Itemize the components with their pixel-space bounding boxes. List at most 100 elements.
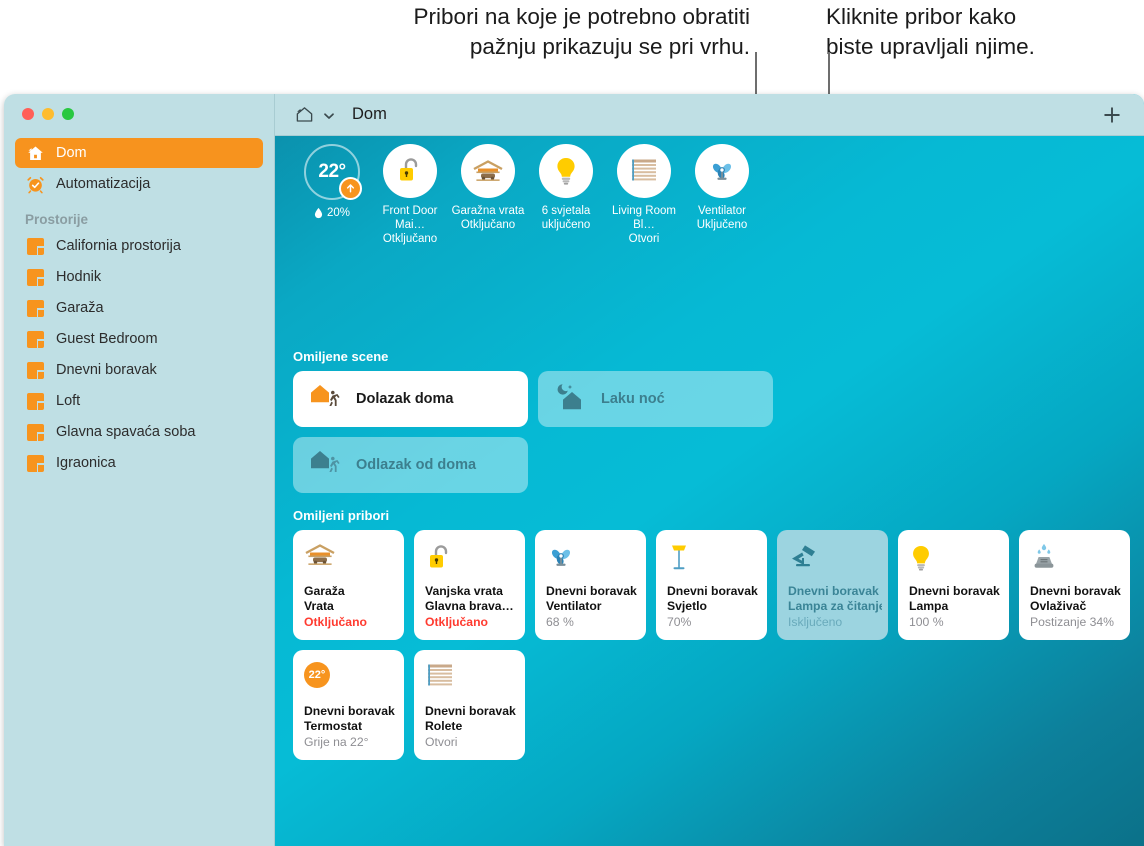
arrow-up-icon — [339, 177, 362, 200]
room-icon — [25, 329, 46, 350]
callout-text-top-accessories: Pribori na koje je potrebno obratiti paž… — [286, 2, 750, 62]
accessory-line1: Dnevni boravak — [909, 584, 1003, 599]
accessory-text: Dnevni boravak Ovlaživač Postizanje 34% — [1030, 584, 1124, 630]
accessory-line2: Svjetlo — [667, 599, 761, 614]
accessory-line1: Garaža — [304, 584, 398, 599]
accessory-text: Vanjska vrata Glavna brava… Otključano — [425, 584, 519, 630]
accessory-card-ovlazivac[interactable]: Dnevni boravak Ovlaživač Postizanje 34% — [1019, 530, 1130, 640]
accessory-status: Otključano — [425, 614, 519, 630]
sidebar: Dom Automatizacija — [4, 94, 275, 846]
status-item-garage-door[interactable]: Garažna vrata Otključano — [449, 144, 527, 232]
blinds-icon — [617, 144, 671, 198]
blinds-icon — [425, 662, 516, 696]
status-row: 22° 20% — [275, 136, 1144, 241]
home-icon — [25, 143, 46, 164]
sidebar-item-garaza[interactable]: Garaža — [15, 293, 263, 323]
accessory-status: Otvori — [425, 734, 519, 750]
accessory-status: 70% — [667, 614, 761, 630]
status-label: Living Room Bl… Otvori — [603, 204, 685, 246]
moon-house-icon — [554, 382, 588, 417]
status-line2: Otključano — [447, 218, 529, 232]
accessory-status: 100 % — [909, 614, 1003, 630]
scene-card-dolazak-doma[interactable]: Dolazak doma — [293, 371, 528, 427]
accessory-status: Otključano — [304, 614, 398, 630]
accessory-line2: Termostat — [304, 719, 398, 734]
sidebar-item-hodnik[interactable]: Hodnik — [15, 262, 263, 292]
maximize-button[interactable] — [62, 108, 74, 120]
accessory-card-garaza-vrata[interactable]: Garaža Vrata Otključano — [293, 530, 404, 640]
accessory-text: Dnevni boravak Termostat Grije na 22° — [304, 704, 398, 750]
scene-card-odlazak-od-doma[interactable]: Odlazak od doma — [293, 437, 528, 493]
add-button[interactable] — [1102, 105, 1122, 125]
sidebar-item-loft[interactable]: Loft — [15, 386, 263, 416]
accessory-card-lampa-za-citanje[interactable]: Dnevni boravak Lampa za čitanje Isključe… — [777, 530, 888, 640]
accessory-card-vanjska-vrata[interactable]: Vanjska vrata Glavna brava… Otključano — [414, 530, 525, 640]
status-line1: Front Door Mai… — [383, 205, 438, 231]
sidebar-section-title: Prostorije — [25, 212, 274, 227]
sidebar-item-label: Garaža — [56, 300, 104, 316]
lightbulb-icon — [909, 542, 1000, 576]
accessory-card-ventilator[interactable]: Dnevni boravak Ventilator 68 % — [535, 530, 646, 640]
callout-text-click-accessory: Kliknite pribor kako biste upravljali nj… — [826, 2, 1126, 62]
accessory-line1: Dnevni boravak — [667, 584, 761, 599]
humidity-readout: 20% — [314, 207, 350, 219]
scene-label: Odlazak od doma — [356, 457, 476, 473]
sidebar-item-label: Automatizacija — [56, 176, 150, 192]
close-button[interactable] — [22, 108, 34, 120]
accessory-card-svjetlo[interactable]: Dnevni boravak Svjetlo 70% — [656, 530, 767, 640]
chevron-down-icon[interactable] — [323, 109, 335, 121]
status-item-front-door[interactable]: Front Door Mai… Otključano — [371, 144, 449, 246]
accessory-status: Isključeno — [788, 614, 882, 630]
accessory-line2: Ovlaživač — [1030, 599, 1124, 614]
accessory-status: 68 % — [546, 614, 640, 630]
accessory-line2: Vrata — [304, 599, 398, 614]
status-item-blinds[interactable]: Living Room Bl… Otvori — [605, 144, 683, 246]
accessory-text: Garaža Vrata Otključano — [304, 584, 398, 630]
minimize-button[interactable] — [42, 108, 54, 120]
temperature-ring: 22° — [304, 144, 360, 200]
scene-card-laku-noc[interactable]: Laku noć — [538, 371, 773, 427]
accessory-status: Grije na 22° — [304, 734, 398, 750]
accessory-card-lampa[interactable]: Dnevni boravak Lampa 100 % — [898, 530, 1009, 640]
accessory-status: Postizanje 34% — [1030, 614, 1124, 630]
accessory-line2: Ventilator — [546, 599, 640, 614]
scene-label: Laku noć — [601, 391, 665, 407]
status-line1: Garažna vrata — [452, 205, 525, 217]
room-icon — [25, 298, 46, 319]
sidebar-item-guest-bedroom[interactable]: Guest Bedroom — [15, 324, 263, 354]
status-item-temperature[interactable]: 22° 20% — [293, 144, 371, 219]
status-label: Front Door Mai… Otključano — [369, 204, 451, 246]
section-title-accessories: Omiljeni pribori — [293, 508, 1144, 523]
accessory-card-termostat[interactable]: 22° Dnevni boravak Termostat Grije na 22… — [293, 650, 404, 760]
status-item-fan[interactable]: Ventilator Uključeno — [683, 144, 761, 232]
accessory-line2: Lampa za čitanje — [788, 599, 882, 614]
home-icon[interactable] — [295, 105, 314, 124]
room-icon — [25, 267, 46, 288]
accessory-text: Dnevni boravak Ventilator 68 % — [546, 584, 640, 630]
sidebar-item-dnevni-boravak[interactable]: Dnevni boravak — [15, 355, 263, 385]
accessory-line2: Glavna brava… — [425, 599, 519, 614]
accessory-line2: Lampa — [909, 599, 1003, 614]
sidebar-item-glavna-spavaca-soba[interactable]: Glavna spavaća soba — [15, 417, 263, 447]
fan-icon — [695, 144, 749, 198]
sidebar-item-label: Glavna spavaća soba — [56, 424, 195, 440]
main-content: Dom 22° — [275, 94, 1144, 846]
status-line2: Otvori — [603, 232, 685, 246]
accessory-card-rolete[interactable]: Dnevni boravak Rolete Otvori — [414, 650, 525, 760]
thermostat-icon: 22° — [304, 662, 395, 696]
accessory-line2: Rolete — [425, 719, 519, 734]
sidebar-item-automatizacija[interactable]: Automatizacija — [15, 169, 263, 199]
sidebar-item-dom[interactable]: Dom — [15, 138, 263, 168]
sidebar-item-label: Dnevni boravak — [56, 362, 157, 378]
status-item-lights[interactable]: 6 svjetala uključeno — [527, 144, 605, 232]
lightbulb-icon — [539, 144, 593, 198]
scene-grid: Dolazak doma Laku noć — [293, 371, 783, 493]
room-icon — [25, 422, 46, 443]
accessory-text: Dnevni boravak Svjetlo 70% — [667, 584, 761, 630]
lock-open-icon — [425, 542, 516, 576]
sidebar-item-igraonica[interactable]: Igraonica — [15, 448, 263, 478]
scene-label: Dolazak doma — [356, 391, 454, 407]
sidebar-item-california-prostorija[interactable]: California prostorija — [15, 231, 263, 261]
status-label: Garažna vrata Otključano — [447, 204, 529, 232]
window-controls — [22, 108, 74, 120]
